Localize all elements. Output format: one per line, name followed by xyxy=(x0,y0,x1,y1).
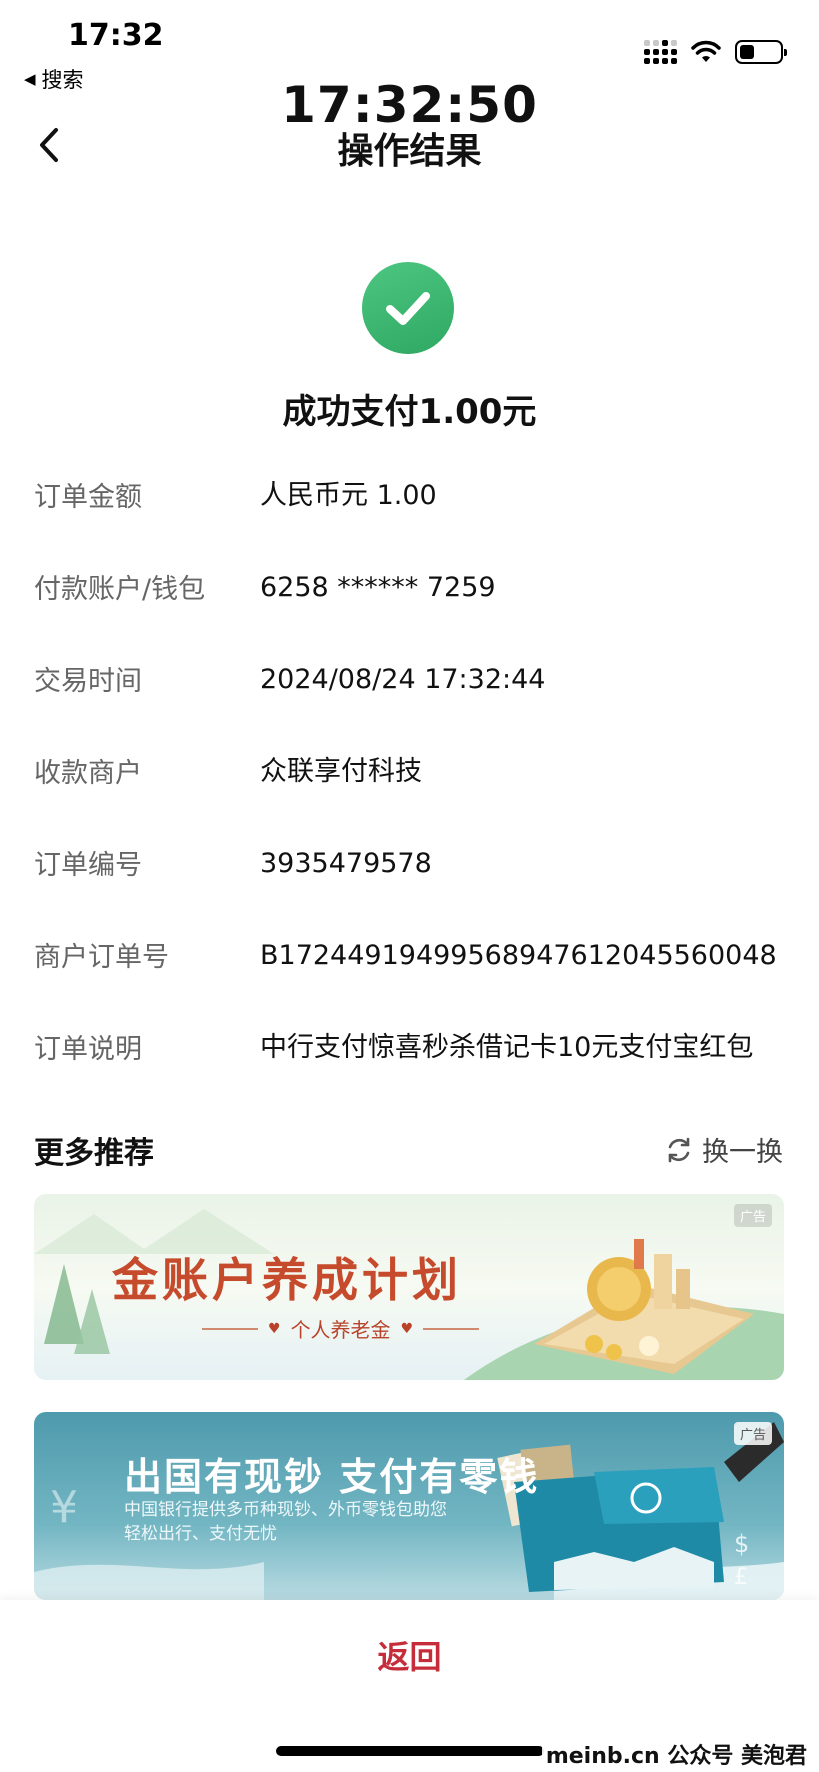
heart-icon: ♥ xyxy=(268,1320,281,1337)
detail-row-amount: 订单金额 人民币元 1.00 xyxy=(34,478,794,570)
banner-subtitle-text: 个人养老金 xyxy=(290,1318,391,1342)
detail-label: 收款商户 xyxy=(34,758,142,789)
return-button[interactable]: 返回 xyxy=(0,1632,819,1678)
ad-tag: 广告 xyxy=(733,1204,772,1227)
svg-text:£: £ xyxy=(734,1565,748,1590)
detail-row-merchant-order-no: 商户订单号 B17244919499568947612045560048 xyxy=(34,938,794,1030)
detail-row-time: 交易时间 2024/08/24 17:32:44 xyxy=(34,662,794,754)
page-title: 操作结果 xyxy=(337,131,482,172)
divider xyxy=(202,1327,258,1330)
ad-banner-pension[interactable]: 广告 金账户养成计划 ♥ 个人养老金 ♥ xyxy=(34,1194,784,1380)
refresh-icon xyxy=(668,1137,690,1162)
watermark: meinb.cn 公众号 美泡君 xyxy=(541,1736,811,1772)
detail-value: B17244919499568947612045560048 xyxy=(260,940,777,971)
signal-icon xyxy=(644,40,677,64)
detail-row-merchant: 收款商户 众联享付科技 xyxy=(34,754,794,846)
divider xyxy=(423,1327,480,1330)
payment-result-title: 成功支付1.00元 xyxy=(282,392,537,432)
detail-value: 6258 ****** 7259 xyxy=(260,572,496,603)
banner-subtitle: ♥ 个人养老金 ♥ xyxy=(202,1314,480,1343)
heart-icon: ♥ xyxy=(400,1320,414,1337)
detail-label: 订单说明 xyxy=(34,1034,142,1065)
battery-icon xyxy=(735,40,787,64)
success-check-icon xyxy=(362,262,454,354)
banner-subtitle: 中国银行提供多币种现钞、外币零钱包助您轻松出行、支付无忧 xyxy=(124,1500,447,1544)
detail-label: 商户订单号 xyxy=(34,942,169,973)
detail-label: 交易时间 xyxy=(34,666,142,697)
banner-title: 出国有现钞 支付有零钱 xyxy=(124,1455,540,1499)
detail-value: 众联享付科技 xyxy=(260,756,422,787)
ad-banner-travel-cash[interactable]: ¥ $ £ 广告 出国有现钞 支付有零钱 中国银行提供多币种现钞、外币零钱包助您… xyxy=(34,1412,784,1600)
detail-value: 中行支付惊喜秒杀借记卡10元支付宝红包 xyxy=(260,1032,754,1063)
home-indicator[interactable] xyxy=(276,1746,544,1756)
order-details: 订单金额 人民币元 1.00 付款账户/钱包 6258 ****** 7259 … xyxy=(34,478,794,1150)
detail-label: 付款账户/钱包 xyxy=(34,574,206,605)
detail-value: 人民币元 1.00 xyxy=(260,480,437,511)
wifi-icon xyxy=(691,40,721,62)
svg-text:¥: ¥ xyxy=(50,1482,78,1533)
banner-title: 金账户养成计划 xyxy=(112,1253,462,1307)
ad-tag: 广告 xyxy=(733,1422,772,1445)
detail-row-order-no: 订单编号 3935479578 xyxy=(34,846,794,938)
detail-row-account: 付款账户/钱包 6258 ****** 7259 xyxy=(34,570,794,662)
status-time: 17:32 xyxy=(68,18,164,53)
svg-text:$: $ xyxy=(734,1530,749,1558)
refresh-label: 换一换 xyxy=(702,1137,783,1168)
detail-value: 2024/08/24 17:32:44 xyxy=(260,664,546,695)
detail-label: 订单金额 xyxy=(34,482,142,513)
section-title-recommend: 更多推荐 xyxy=(34,1136,154,1171)
refresh-button[interactable]: 换一换 xyxy=(664,1130,783,1169)
detail-value: 3935479578 xyxy=(260,848,432,879)
detail-label: 订单编号 xyxy=(34,850,142,881)
status-icons xyxy=(644,40,787,64)
